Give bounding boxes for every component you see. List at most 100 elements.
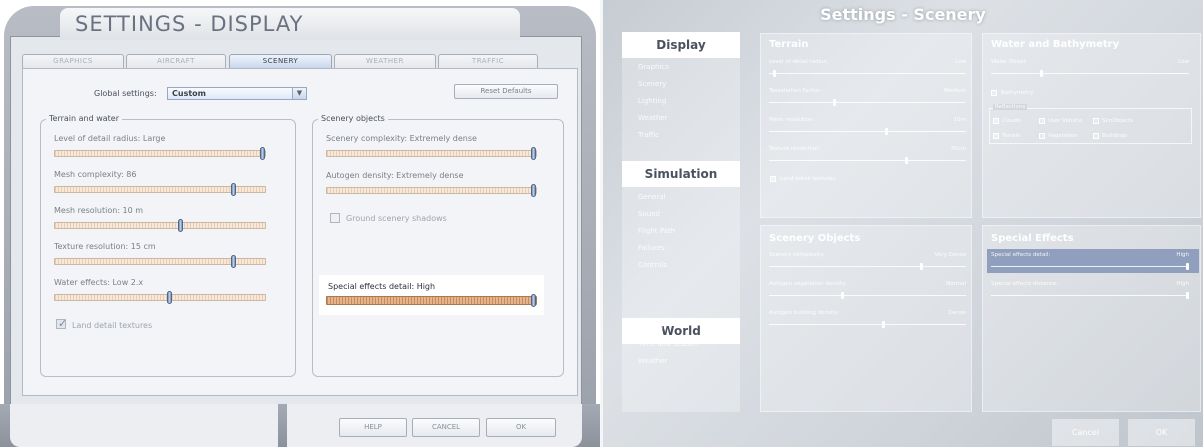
cancel-button[interactable]: Cancel bbox=[1052, 419, 1119, 446]
sfx-row-1-value: High bbox=[1176, 281, 1189, 287]
sfx-row-0-slider[interactable] bbox=[991, 266, 1189, 267]
ground-scenery-shadows-checkbox[interactable] bbox=[330, 213, 340, 223]
tab-scenery[interactable]: SCENERY bbox=[229, 54, 332, 68]
reflection-user-vehicle-checkbox[interactable] bbox=[1039, 118, 1045, 124]
texture-resolution-slider-thumb[interactable] bbox=[231, 255, 236, 268]
reflection-buildings-label: Buildings bbox=[1102, 133, 1128, 139]
autogen-density-slider[interactable] bbox=[326, 187, 537, 194]
scenery-complexity-label: Scenery complexity: Extremely dense bbox=[326, 134, 477, 143]
water-detail-value: Low bbox=[1178, 59, 1189, 65]
global-settings-select[interactable]: Custom ▼ bbox=[167, 87, 307, 100]
water-effects-label: Water effects: Low 2.x bbox=[54, 278, 144, 287]
sfx-row-1-slider[interactable] bbox=[991, 295, 1189, 296]
scenery-complexity-slider[interactable] bbox=[326, 150, 537, 157]
water-detail-slider-thumb[interactable] bbox=[1040, 70, 1043, 77]
nav-heading-simulation[interactable]: Simulation bbox=[622, 161, 740, 187]
nav-item-display-graphics[interactable]: Graphics bbox=[638, 63, 669, 71]
terrain-row-3-slider[interactable] bbox=[769, 160, 966, 161]
nav-item-simulation-controls[interactable]: Controls bbox=[638, 261, 667, 269]
cancel-button[interactable]: CANCEL bbox=[412, 418, 480, 437]
bottom-left-panel bbox=[10, 404, 278, 447]
reflection-buildings-checkbox[interactable] bbox=[1093, 133, 1099, 139]
scenery-objects-title: Scenery Objects bbox=[769, 233, 861, 244]
level-of-detail-radius-slider[interactable] bbox=[54, 150, 266, 157]
mesh-resolution-slider[interactable] bbox=[54, 222, 266, 229]
sfx-row-0-label: Special effects detail: bbox=[991, 252, 1051, 258]
scenery-row-1-slider-thumb[interactable] bbox=[841, 292, 844, 299]
scenery-row-1-label: Autogen vegetation density: bbox=[769, 281, 847, 287]
ok-button[interactable]: OK bbox=[486, 418, 556, 437]
terrain-row-2-slider-thumb[interactable] bbox=[885, 128, 888, 135]
terrain-row-0-slider-thumb[interactable] bbox=[773, 70, 776, 77]
nav-item-world-weather[interactable]: Weather bbox=[638, 357, 667, 365]
nav-item-simulation-flight-path[interactable]: Flight Path bbox=[638, 227, 675, 235]
terrain-row-2-slider[interactable] bbox=[769, 131, 966, 132]
bathymetry-checkbox[interactable] bbox=[991, 90, 997, 96]
scenery-objects-group-label: Scenery objects bbox=[318, 114, 388, 123]
water-effects-slider[interactable] bbox=[54, 294, 266, 301]
terrain-row-1-slider-thumb[interactable] bbox=[833, 99, 836, 106]
land-detail-textures-checkbox[interactable]: ✓ bbox=[770, 176, 776, 182]
level-of-detail-radius-label: Level of detail radius: Large bbox=[54, 134, 166, 143]
terrain-row-3-slider-thumb[interactable] bbox=[905, 157, 908, 164]
nav-item-simulation-failures[interactable]: Failures bbox=[638, 244, 665, 252]
scenery-row-2-slider[interactable] bbox=[769, 324, 966, 325]
water-effects-slider-thumb[interactable] bbox=[167, 291, 172, 304]
bathymetry-label: Bathymetry bbox=[1001, 90, 1034, 96]
nav-item-world-time-and-season[interactable]: Time and Season bbox=[638, 340, 698, 348]
chevron-down-icon[interactable]: ▼ bbox=[292, 88, 306, 99]
window-title: Settings - Scenery bbox=[820, 5, 986, 24]
tab-weather[interactable]: WEATHER bbox=[334, 54, 436, 68]
scenery-row-1-slider[interactable] bbox=[769, 295, 966, 296]
special-effects-slider[interactable] bbox=[326, 296, 537, 305]
scenery-row-2-slider-thumb[interactable] bbox=[882, 321, 885, 328]
scenery-row-0-slider[interactable] bbox=[769, 266, 966, 267]
reflection-clouds-checkbox[interactable]: ✓ bbox=[993, 118, 999, 124]
help-button[interactable]: HELP bbox=[339, 418, 407, 437]
nav-item-display-weather[interactable]: Weather bbox=[638, 114, 667, 122]
reflection-terrain-checkbox[interactable]: ✓ bbox=[993, 133, 999, 139]
nav-item-simulation-general[interactable]: General bbox=[638, 193, 666, 201]
terrain-row-0-value: Low bbox=[955, 59, 966, 65]
autogen-density-slider-thumb[interactable] bbox=[531, 184, 536, 197]
sfx-row-1-slider-thumb[interactable] bbox=[1186, 292, 1189, 299]
tab-aircraft[interactable]: AIRCRAFT bbox=[126, 54, 226, 68]
mesh-complexity-slider-thumb[interactable] bbox=[231, 183, 236, 196]
tab-traffic[interactable]: TRAFFIC bbox=[438, 54, 538, 68]
mesh-resolution-slider-thumb[interactable] bbox=[178, 219, 183, 232]
water-detail-label: Water Detail: bbox=[991, 59, 1028, 65]
nav-item-display-scenery[interactable]: Scenery bbox=[638, 80, 666, 88]
special-effects-slider-thumb[interactable] bbox=[531, 294, 536, 307]
scenery-complexity-slider-thumb[interactable] bbox=[531, 147, 536, 160]
nav-item-world-realism[interactable]: Realism bbox=[638, 323, 666, 331]
nav-item-display-lighting[interactable]: Lighting bbox=[638, 97, 666, 105]
reflection-vegetation-checkbox[interactable] bbox=[1039, 133, 1045, 139]
terrain-row-0-label: Level of detail radius: bbox=[769, 59, 829, 65]
terrain-row-0-slider[interactable] bbox=[769, 73, 966, 74]
land-detail-textures-checkbox[interactable]: ✓ bbox=[56, 317, 67, 330]
reflection-clouds-label: Clouds bbox=[1002, 118, 1021, 124]
reflection-simobjects-checkbox[interactable] bbox=[1093, 118, 1099, 124]
ok-button[interactable]: OK bbox=[1128, 419, 1195, 446]
scenery-row-0-slider-thumb[interactable] bbox=[920, 263, 923, 270]
sfx-row-0-slider-thumb[interactable] bbox=[1186, 263, 1189, 270]
terrain-water-group-label: Terrain and water bbox=[46, 114, 123, 123]
terrain-row-1-slider[interactable] bbox=[769, 102, 966, 103]
scenery-row-1-value: Normal bbox=[946, 281, 966, 287]
nav-item-display-traffic[interactable]: Traffic bbox=[638, 131, 659, 139]
terrain-row-3-label: Texture resolution: bbox=[769, 146, 821, 152]
terrain-title: Terrain bbox=[769, 39, 809, 50]
scenery-row-0-label: Scenery complexity: bbox=[769, 252, 825, 258]
tab-graphics[interactable]: GRAPHICS bbox=[22, 54, 124, 68]
level-of-detail-radius-slider-thumb[interactable] bbox=[260, 147, 265, 160]
terrain-row-1-label: Tessellation Factor: bbox=[769, 88, 822, 94]
fsx-settings-window: SETTINGS - DISPLAY GRAPHICS AIRCRAFT SCE… bbox=[0, 0, 600, 447]
water-detail-slider[interactable] bbox=[991, 73, 1189, 74]
nav-item-simulation-sound[interactable]: Sound bbox=[638, 210, 660, 218]
sfx-row-1-label: Special effects distance: bbox=[991, 281, 1059, 287]
nav-heading-display[interactable]: Display bbox=[622, 32, 740, 58]
special-effects-title: Special Effects bbox=[991, 233, 1074, 244]
reset-defaults-button[interactable]: Reset Defaults bbox=[454, 84, 558, 99]
reflections-label: Reflections bbox=[993, 104, 1028, 110]
land-detail-textures-label: Land detail textures bbox=[72, 321, 153, 330]
